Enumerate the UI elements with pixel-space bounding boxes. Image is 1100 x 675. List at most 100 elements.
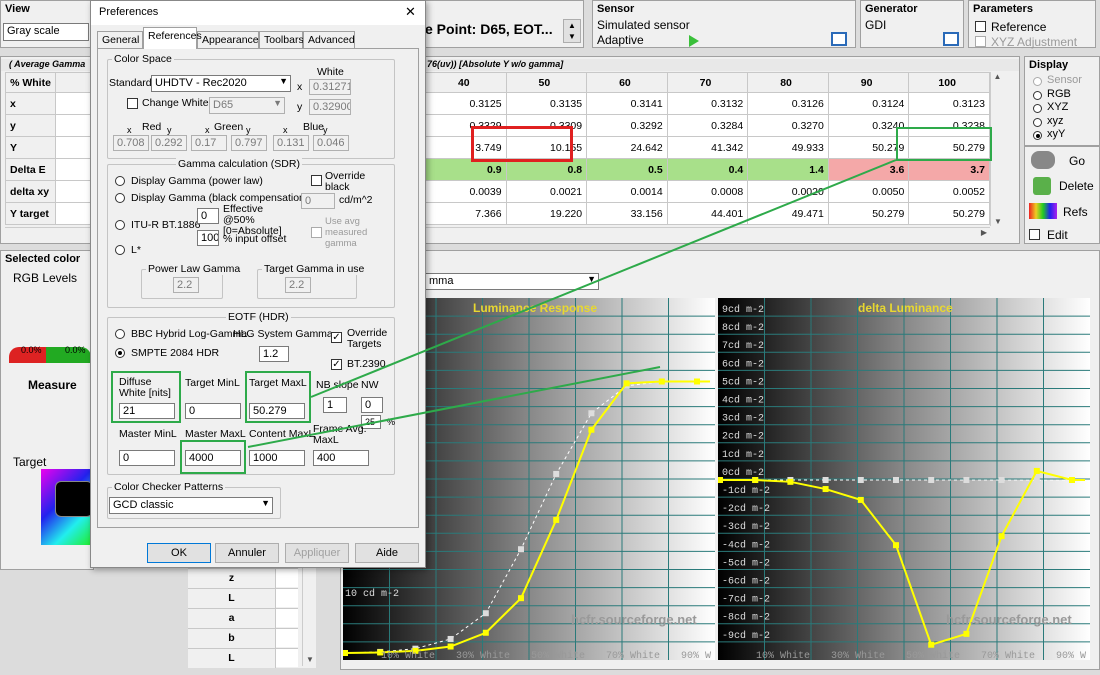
table-cell[interactable]: 49.933 — [747, 136, 829, 159]
change-white-checkbox[interactable] — [127, 98, 138, 109]
gamma-power-law-radio[interactable] — [115, 176, 125, 186]
green-y-field[interactable]: 0.797 — [231, 135, 267, 151]
ok-button[interactable]: OK — [147, 543, 211, 563]
white-y-field[interactable]: 0.329008 — [309, 99, 351, 115]
list-item[interactable]: L — [188, 588, 298, 608]
table-cell[interactable]: 7.366 — [425, 202, 507, 225]
table-cell[interactable]: 0.0039 — [425, 180, 507, 203]
table-cell[interactable]: 0.3135 — [505, 92, 588, 115]
frame-avg-field[interactable]: 400 — [313, 450, 369, 466]
apply-button[interactable]: Appliquer — [285, 543, 349, 563]
bt2390-checkbox[interactable]: ✓ — [331, 359, 342, 370]
table-cell[interactable]: 0.3284 — [666, 114, 749, 137]
table-cell[interactable]: 33.156 — [586, 202, 668, 225]
column-header[interactable]: 70 — [666, 72, 749, 93]
smpte2084-radio[interactable] — [115, 348, 125, 358]
column-header[interactable]: 90 — [827, 72, 910, 93]
play-icon[interactable] — [689, 35, 699, 47]
white-select[interactable]: D65 ▼ — [209, 97, 285, 114]
hlg-radio[interactable] — [115, 329, 125, 339]
table-cell[interactable]: 0.3125 — [425, 92, 507, 115]
override-targets-checkbox[interactable]: ✓ — [331, 332, 342, 343]
tab-references[interactable]: References — [143, 27, 202, 49]
display-radio-sensor[interactable] — [1033, 77, 1042, 86]
column-header[interactable]: 80 — [747, 72, 829, 93]
list-item[interactable]: b — [188, 628, 298, 648]
table-cell[interactable]: 0.0020 — [747, 180, 829, 203]
table-cell[interactable]: 1.4 — [747, 158, 829, 181]
offset-field[interactable]: 100 — [197, 230, 219, 246]
delete-button[interactable]: Delete — [1059, 179, 1094, 193]
list-item[interactable]: z — [188, 568, 298, 588]
green-x-field[interactable]: 0.17 — [191, 135, 227, 151]
table-cell[interactable]: 0.3126 — [747, 92, 829, 115]
table-cell[interactable]: 44.401 — [666, 202, 749, 225]
target-gamma-field[interactable]: 2.2 — [285, 277, 311, 293]
checker-select[interactable]: GCD classic ▼ — [109, 497, 273, 514]
table-cell[interactable]: 0.3124 — [827, 92, 910, 115]
table-cell[interactable]: 24.642 — [586, 136, 668, 159]
red-y-field[interactable]: 0.292 — [151, 135, 187, 151]
gamma-bt1886-radio[interactable] — [115, 220, 125, 230]
configure-icon[interactable] — [943, 32, 959, 46]
table-cell[interactable]: 0.0052 — [908, 180, 990, 203]
table-cell[interactable]: 49.471 — [747, 202, 829, 225]
column-header[interactable]: 50 — [505, 72, 588, 93]
display-radio-rgb[interactable] — [1033, 90, 1042, 100]
tab-advanced[interactable]: Advanced — [303, 31, 355, 49]
table-cell[interactable]: 0.3123 — [908, 92, 990, 115]
gamma-lstar-radio[interactable] — [115, 245, 125, 255]
table-cell[interactable]: 0.0014 — [586, 180, 668, 203]
delete-icon[interactable] — [1033, 177, 1051, 195]
use-avg-checkbox[interactable] — [311, 227, 322, 238]
table-cell[interactable]: 50.279 — [908, 202, 990, 225]
black-level-field[interactable]: 0 — [301, 193, 335, 209]
table-cell[interactable]: 19.220 — [505, 202, 588, 225]
go-button[interactable]: Go — [1069, 154, 1085, 168]
display-radio-xyz[interactable] — [1033, 104, 1042, 113]
cancel-button[interactable]: Annuler — [215, 543, 279, 563]
table-cell[interactable]: 0.3292 — [586, 114, 668, 137]
tab-general[interactable]: General — [97, 31, 143, 49]
nw-field[interactable]: 0 — [361, 397, 383, 413]
refs-button[interactable]: Refs — [1063, 205, 1088, 219]
column-header[interactable]: 100 — [908, 72, 990, 93]
table-scrollbar[interactable]: ▲ ▼ — [990, 72, 1004, 226]
red-x-field[interactable]: 0.708 — [113, 135, 149, 151]
blue-x-field[interactable]: 0.131 — [273, 135, 309, 151]
table-cell[interactable]: 3.7 — [908, 158, 990, 181]
table-cell[interactable]: 0.3270 — [747, 114, 829, 137]
table-cell[interactable]: 0.0008 — [666, 180, 749, 203]
table-cell[interactable]: 0.0021 — [505, 180, 588, 203]
column-header[interactable]: 60 — [586, 72, 668, 93]
side-scrollbar[interactable]: ▼ — [302, 568, 316, 666]
target-minl-field[interactable]: 0 — [185, 403, 241, 419]
edit-checkbox[interactable] — [1029, 229, 1040, 240]
help-button[interactable]: Aide — [355, 543, 419, 563]
table-cell[interactable]: 0.0050 — [827, 180, 910, 203]
override-black-checkbox[interactable] — [311, 175, 322, 186]
nb-slope-field[interactable]: 1 — [323, 397, 347, 413]
column-header[interactable]: 40 — [425, 72, 507, 93]
table-cell[interactable]: 0.5 — [586, 158, 668, 181]
display-radio-xyz[interactable] — [1033, 117, 1042, 127]
display-radio-xyy[interactable] — [1033, 131, 1042, 140]
go-icon[interactable] — [1031, 151, 1055, 169]
blue-y-field[interactable]: 0.046 — [313, 135, 349, 151]
effective-field[interactable]: 0 — [197, 208, 219, 224]
list-item[interactable]: L — [188, 648, 298, 668]
tab-toolbars[interactable]: Toolbars — [259, 31, 304, 49]
table-cell[interactable]: 3.6 — [827, 158, 910, 181]
table-cell[interactable]: 41.342 — [666, 136, 749, 159]
refs-icon[interactable] — [1029, 203, 1057, 219]
graph-select[interactable]: mma ▼ — [425, 273, 599, 290]
xyz-adjustment-checkbox[interactable] — [975, 36, 986, 47]
close-icon[interactable]: ✕ — [405, 4, 416, 20]
hlg-gamma-field[interactable]: 1.2 — [259, 346, 289, 362]
power-law-field[interactable]: 2.2 — [173, 277, 199, 293]
tab-appearance[interactable]: Appearance — [197, 31, 259, 49]
table-cell[interactable]: 0.3132 — [666, 92, 749, 115]
standard-select[interactable]: UHDTV - Rec2020 ▼ — [151, 75, 291, 92]
table-cell[interactable]: 0.4 — [666, 158, 749, 181]
table-cell[interactable]: 50.279 — [827, 202, 910, 225]
